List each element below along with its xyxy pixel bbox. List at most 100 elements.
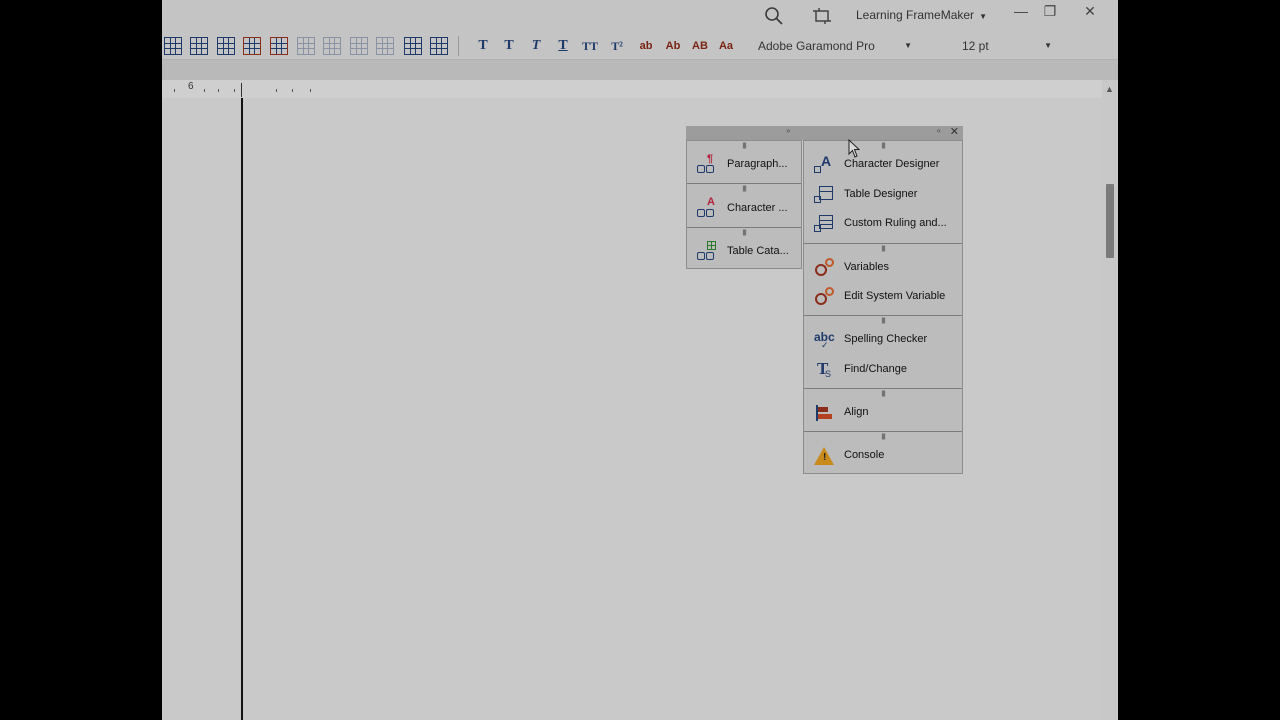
paragraph-catalog-button[interactable]: ¶ Paragraph... (687, 152, 801, 178)
panel-divider (687, 227, 801, 228)
close-button[interactable]: ✕ (1075, 2, 1105, 20)
drag-grip[interactable]: |||||| (687, 186, 801, 192)
edit-system-variable-button[interactable]: Edit System Variable (804, 284, 962, 310)
character-catalog-icon: A (697, 196, 717, 219)
table-catalog-button[interactable]: Table Cata... (687, 239, 801, 265)
merge-cells-icon[interactable] (404, 37, 422, 55)
floating-panel-header[interactable]: » « ✕ (686, 126, 963, 140)
panel-divider (804, 431, 962, 432)
table-designer-icon (814, 185, 834, 205)
split-cells-icon[interactable] (430, 37, 448, 55)
page-margin-line (241, 98, 243, 720)
toolbar-separator (458, 36, 459, 56)
warning-icon: ! (814, 446, 834, 466)
font-size-value: 12 pt (962, 39, 989, 53)
minimize-button[interactable]: — (1006, 2, 1036, 20)
search-icon[interactable] (764, 6, 784, 26)
superscript-button[interactable]: TT (579, 37, 601, 55)
drag-grip[interactable]: |||||| (804, 391, 962, 397)
underline-button[interactable]: T (552, 37, 574, 55)
ruler-tick (234, 89, 235, 92)
variables-icon (814, 258, 834, 278)
plain-text-button[interactable]: T (472, 37, 494, 55)
panel-divider (804, 243, 962, 244)
workspace-switcher[interactable]: Learning FrameMaker ▼ (856, 8, 987, 22)
variables-button[interactable]: Variables (804, 255, 962, 281)
align-button[interactable]: Align (804, 400, 962, 426)
paragraph-catalog-icon: ¶ (697, 153, 717, 175)
panel-item-label: Paragraph... (727, 158, 788, 170)
restore-button[interactable]: ❐ (1035, 2, 1065, 20)
collapse-icon[interactable]: « (937, 126, 941, 135)
panel-divider (687, 183, 801, 184)
font-family-select[interactable]: Adobe Garamond Pro ▼ (758, 36, 918, 56)
panel-item-label: Character ... (727, 202, 788, 214)
panel-item-label: Character Designer (844, 158, 940, 170)
table-style-icon[interactable] (297, 37, 315, 55)
vertical-scrollbar[interactable]: ▲ (1102, 80, 1118, 720)
ruler-tick (218, 89, 219, 92)
panel-item-label: Find/Change (844, 363, 907, 375)
ruler-number: 6 (188, 81, 194, 92)
panel-item-label: Spelling Checker (844, 333, 928, 345)
insert-table-icon[interactable] (164, 37, 182, 55)
drag-grip[interactable]: |||||| (804, 434, 962, 440)
table-designer-button[interactable]: Table Designer (804, 182, 962, 208)
ruler-tick (292, 89, 293, 92)
drag-grip[interactable]: |||||| (804, 143, 962, 149)
table-style-icon[interactable] (350, 37, 368, 55)
uppercase-button[interactable]: AB (689, 37, 711, 55)
panel-dock-catalogs: |||||| ¶ Paragraph... |||||| A Character… (686, 140, 802, 269)
panel-item-label: Table Cata... (727, 245, 789, 257)
panel-item-label: Table Designer (844, 188, 918, 200)
expand-icon[interactable]: » (786, 126, 790, 135)
find-change-button[interactable]: T S Find/Change (804, 357, 962, 383)
panel-item-label: Edit System Variable (844, 290, 946, 302)
add-column-icon[interactable] (217, 37, 235, 55)
custom-ruling-button[interactable]: Custom Ruling and... (804, 211, 962, 237)
character-catalog-button[interactable]: A Character ... (687, 196, 801, 222)
panel-close-icon[interactable]: ✕ (950, 125, 959, 138)
bold-button[interactable]: T (498, 37, 520, 55)
scroll-up-icon[interactable]: ▲ (1105, 84, 1114, 94)
add-row-icon[interactable] (190, 37, 208, 55)
table-format-toolbar: T T T T TT T² ab Ab AB Aa Adobe Garamond… (162, 32, 1118, 60)
spelling-checker-button[interactable]: abc ✓ Spelling Checker (804, 327, 962, 353)
font-family-value: Adobe Garamond Pro (758, 39, 875, 53)
ruler-tick (276, 89, 277, 92)
select-row-icon[interactable] (243, 37, 261, 55)
custom-ruling-icon (814, 214, 834, 234)
drag-grip[interactable]: |||||| (687, 143, 801, 149)
toolbar-strip (162, 60, 1118, 80)
lowercase-button[interactable]: ab (635, 37, 657, 55)
panel-item-label: Align (844, 406, 869, 418)
spelling-checker-icon: abc ✓ (814, 330, 835, 350)
table-style-icon[interactable] (323, 37, 341, 55)
chevron-down-icon: ▼ (904, 41, 912, 50)
drag-grip[interactable]: |||||| (804, 246, 962, 252)
ruler-tick (310, 89, 311, 92)
smallcaps-button[interactable]: Aa (715, 37, 737, 55)
table-style-icon[interactable] (376, 37, 394, 55)
ruler-margin-marker[interactable] (241, 83, 242, 97)
subscript-button[interactable]: T² (606, 37, 628, 55)
panel-divider (804, 315, 962, 316)
titlecase-button[interactable]: Ab (662, 37, 684, 55)
ruler-tick (204, 89, 205, 92)
italic-button[interactable]: T (525, 37, 547, 55)
find-change-icon: T S (817, 359, 832, 379)
horizontal-ruler[interactable]: 6 (162, 80, 1102, 98)
drag-grip[interactable]: |||||| (687, 230, 801, 236)
table-catalog-icon (697, 241, 717, 262)
scrollbar-thumb[interactable] (1106, 184, 1114, 258)
panel-item-label: Custom Ruling and... (844, 217, 947, 229)
character-designer-button[interactable]: A Character Designer (804, 152, 962, 178)
crop-icon[interactable] (812, 6, 832, 26)
title-bar: Learning FrameMaker ▼ — ❐ ✕ (162, 0, 1118, 32)
edit-system-variable-icon (814, 287, 834, 307)
font-size-select[interactable]: 12 pt ▼ (962, 36, 1058, 56)
workspace-label: Learning FrameMaker (856, 8, 975, 22)
drag-grip[interactable]: |||||| (804, 318, 962, 324)
console-button[interactable]: ! Console (804, 443, 962, 469)
select-column-icon[interactable] (270, 37, 288, 55)
